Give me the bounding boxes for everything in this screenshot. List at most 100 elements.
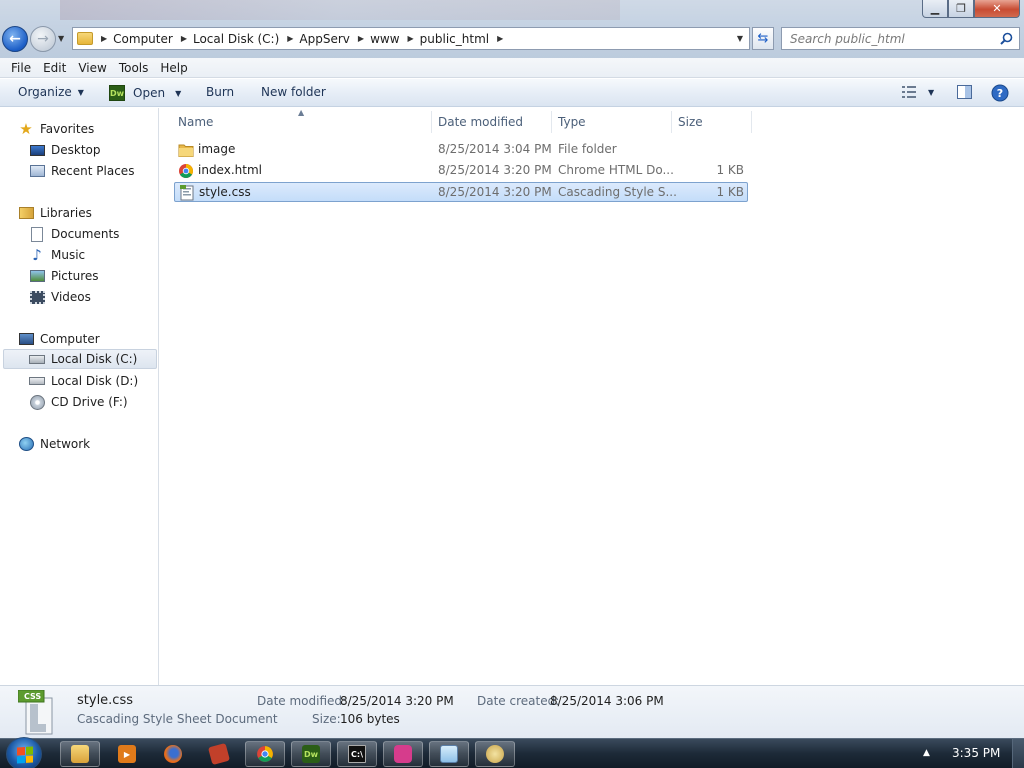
taskbar-explorer[interactable] [60, 741, 100, 767]
show-desktop-button[interactable] [1012, 739, 1024, 768]
details-date-modified: 8/25/2014 3:20 PM [340, 694, 454, 708]
search-icon[interactable] [1000, 32, 1013, 45]
burn-button[interactable]: Burn [206, 85, 234, 99]
breadcrumb-computer[interactable]: Computer [113, 32, 173, 46]
forward-arrow-icon: → [37, 31, 49, 47]
column-label: Type [558, 115, 586, 129]
nav-desktop[interactable]: Desktop [29, 140, 101, 160]
nav-recent-places[interactable]: Recent Places [29, 161, 134, 181]
app-icon [394, 745, 412, 763]
chevron-right-icon[interactable]: ▶ [408, 34, 414, 43]
file-type: Chrome HTML Do... [558, 163, 674, 177]
menu-file[interactable]: File [6, 61, 36, 75]
nav-network[interactable]: Network [18, 434, 90, 454]
forward-button[interactable]: → [30, 26, 56, 52]
column-header-type[interactable]: Type [552, 111, 672, 133]
search-box[interactable] [781, 27, 1020, 50]
file-date: 8/25/2014 3:20 PM [438, 185, 552, 199]
chevron-right-icon[interactable]: ▶ [181, 34, 187, 43]
cd-drive-icon [29, 394, 45, 410]
open-button[interactable]: Dw Open ▼ [109, 85, 181, 101]
taskbar-notepad[interactable] [429, 741, 469, 767]
nav-documents[interactable]: Documents [29, 224, 119, 244]
drive-icon [29, 351, 45, 367]
recent-pages-dropdown[interactable]: ▼ [58, 34, 64, 43]
taskbar-paint[interactable] [475, 741, 515, 767]
chrome-icon [257, 746, 273, 762]
address-history-dropdown[interactable]: ▼ [737, 34, 743, 43]
preview-pane-button[interactable] [957, 85, 972, 99]
refresh-icon: ⇆ [757, 31, 769, 46]
minimize-button[interactable]: ▁ [922, 0, 948, 18]
show-hidden-icons-icon[interactable]: ▲ [923, 748, 930, 758]
taskbar-firefox[interactable] [153, 741, 193, 767]
system-clock[interactable]: 3:35 PM [952, 746, 1000, 760]
nav-music[interactable]: ♪ Music [29, 245, 85, 265]
svg-text:?: ? [997, 87, 1003, 100]
taskbar-dreamweaver[interactable]: Dw [291, 741, 331, 767]
nav-local-disk-d[interactable]: Local Disk (D:) [29, 371, 138, 391]
taskbar-media-player[interactable]: ▶ [107, 741, 147, 767]
details-date-modified-label: Date modified: [257, 694, 347, 708]
change-view-button[interactable]: ▼ [902, 86, 934, 98]
chevron-right-icon[interactable]: ▶ [358, 34, 364, 43]
column-header-name[interactable]: Name [172, 111, 432, 133]
menu-view[interactable]: View [73, 61, 111, 75]
breadcrumb-local-disk[interactable]: Local Disk (C:) [193, 32, 279, 46]
back-arrow-icon: ← [9, 31, 21, 47]
file-row[interactable]: style.css 8/25/2014 3:20 PM Cascading St… [174, 182, 748, 202]
new-folder-button[interactable]: New folder [261, 85, 326, 99]
caret-down-icon[interactable]: ▼ [928, 88, 934, 97]
nav-label: Libraries [40, 206, 92, 220]
app-icon [207, 742, 231, 766]
nav-favorites[interactable]: ★ Favorites [18, 119, 94, 139]
column-label: Name [178, 115, 214, 129]
close-button[interactable]: ✕ [974, 0, 1020, 18]
media-player-icon: ▶ [118, 745, 136, 763]
nav-computer[interactable]: Computer [18, 329, 100, 349]
breadcrumb-public-html[interactable]: public_html [420, 32, 489, 46]
column-header-size[interactable]: Size [672, 111, 752, 133]
taskbar: ▶ Dw C:\ ▲ 3:35 PM [0, 737, 1024, 768]
taskbar-app-2[interactable] [383, 741, 423, 767]
taskbar-chrome[interactable] [245, 741, 285, 767]
taskbar-app[interactable] [199, 741, 239, 767]
breadcrumb-www[interactable]: www [370, 32, 399, 46]
nav-cd-drive[interactable]: CD Drive (F:) [29, 392, 128, 412]
nav-label: Network [40, 437, 91, 451]
navigation-pane: ★ Favorites Desktop Recent Places Librar… [0, 108, 159, 685]
details-file-type: Cascading Style Sheet Document [77, 712, 278, 726]
address-bar[interactable]: ▶ Computer ▶ Local Disk (C:) ▶ AppServ ▶… [72, 27, 750, 50]
taskbar-command-prompt[interactable]: C:\ [337, 741, 377, 767]
nav-label: Local Disk (C:) [51, 352, 138, 366]
css-file-icon [180, 185, 194, 201]
refresh-button[interactable]: ⇆ [752, 27, 774, 50]
folder-icon [178, 144, 194, 157]
nav-libraries[interactable]: Libraries [18, 203, 92, 223]
file-row[interactable]: image 8/25/2014 3:04 PM File folder [174, 140, 748, 160]
nav-pictures[interactable]: Pictures [29, 266, 99, 286]
chevron-right-icon[interactable]: ▶ [497, 34, 503, 43]
column-header-date-modified[interactable]: Date modified [432, 111, 552, 133]
caret-down-icon[interactable]: ▼ [175, 89, 181, 98]
file-row[interactable]: index.html 8/25/2014 3:20 PM Chrome HTML… [174, 161, 748, 181]
nav-videos[interactable]: Videos [29, 287, 91, 307]
star-icon: ★ [19, 120, 33, 138]
back-button[interactable]: ← [2, 26, 28, 52]
menu-help[interactable]: Help [155, 61, 192, 75]
column-label: Date modified [438, 115, 524, 129]
nav-local-disk-c[interactable]: Local Disk (C:) [3, 349, 157, 369]
chevron-right-icon[interactable]: ▶ [101, 34, 107, 43]
menu-edit[interactable]: Edit [38, 61, 71, 75]
command-prompt-icon: C:\ [348, 745, 366, 763]
breadcrumb-appserv[interactable]: AppServ [299, 32, 349, 46]
maximize-button[interactable]: ❐ [948, 0, 974, 18]
search-input[interactable] [790, 31, 990, 46]
help-button[interactable]: ? [991, 84, 1009, 102]
start-button[interactable] [6, 737, 42, 768]
chevron-right-icon[interactable]: ▶ [287, 34, 293, 43]
desktop-icon [29, 142, 45, 158]
menu-tools[interactable]: Tools [114, 61, 154, 75]
organize-button[interactable]: Organize ▼ [18, 85, 84, 99]
column-label: Size [678, 115, 703, 129]
